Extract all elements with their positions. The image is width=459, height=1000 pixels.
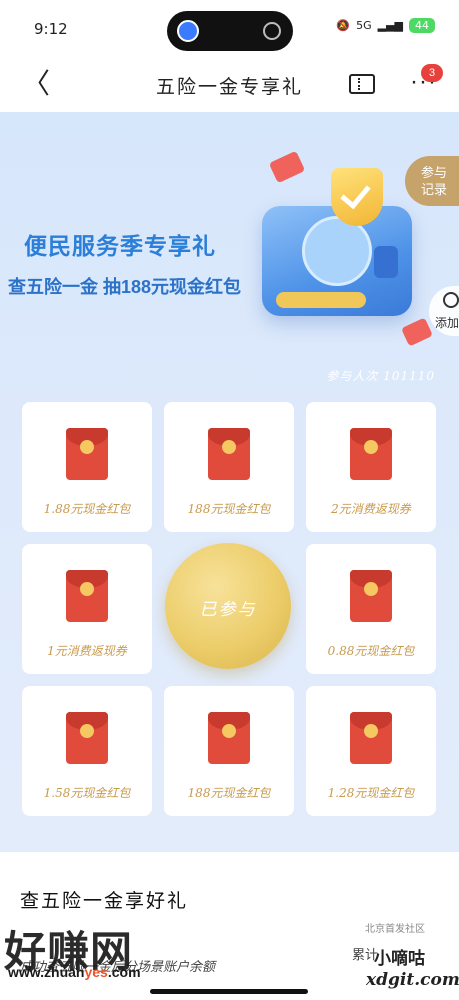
prize-card[interactable]: 1.58元现金红包 (22, 686, 152, 816)
red-envelope-icon (66, 428, 108, 480)
red-envelope-icon (208, 712, 250, 764)
prize-label: 188元现金红包 (187, 786, 271, 800)
prize-label: 2元消费返现券 (331, 502, 411, 516)
prize-label: 1.58元现金红包 (43, 786, 131, 800)
prize-card[interactable]: 1.88元现金红包 (22, 402, 152, 532)
record-label-line1: 参与 (421, 165, 448, 180)
dynamic-island (167, 11, 293, 51)
watermark-site: xdgit.com (366, 970, 459, 990)
red-envelope-icon (66, 570, 108, 622)
prize-label: 188元现金红包 (187, 502, 271, 516)
app-screen: 9:12 🔕 5G ▂▄▆ 44 〈 五险一金专享礼 ··· 3 便民服务季专享… (0, 0, 459, 1000)
status-time: 9:12 (34, 20, 68, 38)
floating-envelope-icon (268, 150, 306, 184)
watermark-brand: 小嘀咕 (374, 949, 425, 968)
participant-count: 参与人次 101110 (326, 369, 435, 383)
coins-icon (276, 292, 366, 308)
watermark-url-part: www.zhuan (8, 964, 85, 980)
hero-title: 便民服务季专享礼 (24, 233, 216, 259)
page-title: 五险一金专享礼 (155, 76, 303, 98)
prize-card[interactable]: 1.28元现金红包 (306, 686, 436, 816)
prize-label: 0.88元现金红包 (327, 644, 415, 658)
watermark-url-accent: yes (84, 964, 108, 980)
activity-ring-icon (263, 22, 281, 40)
add-shortcut-button[interactable]: 添加 (429, 286, 459, 336)
prize-card[interactable]: 0.88元现金红包 (306, 544, 436, 674)
hero-subtitle: 查五险一金 抽188元现金红包 (8, 277, 242, 297)
battery-icon: 44 (409, 18, 435, 33)
notification-badge: 3 (421, 64, 443, 82)
wallet-strap (374, 246, 398, 278)
mute-icon: 🔕 (336, 19, 351, 32)
watermark-url-part: .com (107, 964, 141, 980)
prize-label: 1.88元现金红包 (43, 502, 131, 516)
red-envelope-icon (66, 712, 108, 764)
prize-card[interactable]: 188元现金红包 (164, 402, 294, 532)
prize-card[interactable]: 1元消费返现券 (22, 544, 152, 674)
floating-envelope-icon (400, 317, 434, 347)
shield-check-icon (331, 168, 383, 226)
participation-record-button[interactable]: 参与 记录 (405, 156, 459, 206)
watermark-url: www.zhuanyes.com (8, 964, 141, 980)
signal-label: 5G (356, 19, 372, 32)
section-heading: 查五险一金享好礼 (20, 890, 189, 912)
signal-icon: ▂▄▆ (377, 19, 403, 32)
add-label: 添加 (435, 316, 459, 330)
app-icon (177, 20, 199, 42)
prize-label: 1.28元现金红包 (327, 786, 415, 800)
clock-dial-icon (302, 216, 372, 286)
ticket-icon[interactable] (349, 74, 375, 94)
status-bar: 9:12 🔕 5G ▂▄▆ 44 (0, 0, 459, 58)
red-envelope-icon (208, 428, 250, 480)
watermark-small-text: 北京首发社区 (365, 924, 425, 935)
history-icon (443, 292, 459, 308)
prize-card[interactable]: 188元现金红包 (164, 686, 294, 816)
prize-label: 1元消费返现券 (47, 644, 127, 658)
red-envelope-icon (350, 712, 392, 764)
home-indicator (150, 989, 308, 994)
red-envelope-icon (350, 428, 392, 480)
status-icons: 🔕 5G ▂▄▆ 44 (336, 18, 435, 33)
red-envelope-icon (350, 570, 392, 622)
participated-button[interactable]: 已参与 (165, 543, 291, 669)
participated-label: 已参与 (199, 600, 257, 620)
record-label-line2: 记录 (421, 182, 448, 197)
prize-card[interactable]: 2元消费返现券 (306, 402, 436, 532)
nav-bar: 〈 五险一金专享礼 ··· 3 (0, 58, 459, 112)
wallet-illustration (262, 206, 412, 316)
